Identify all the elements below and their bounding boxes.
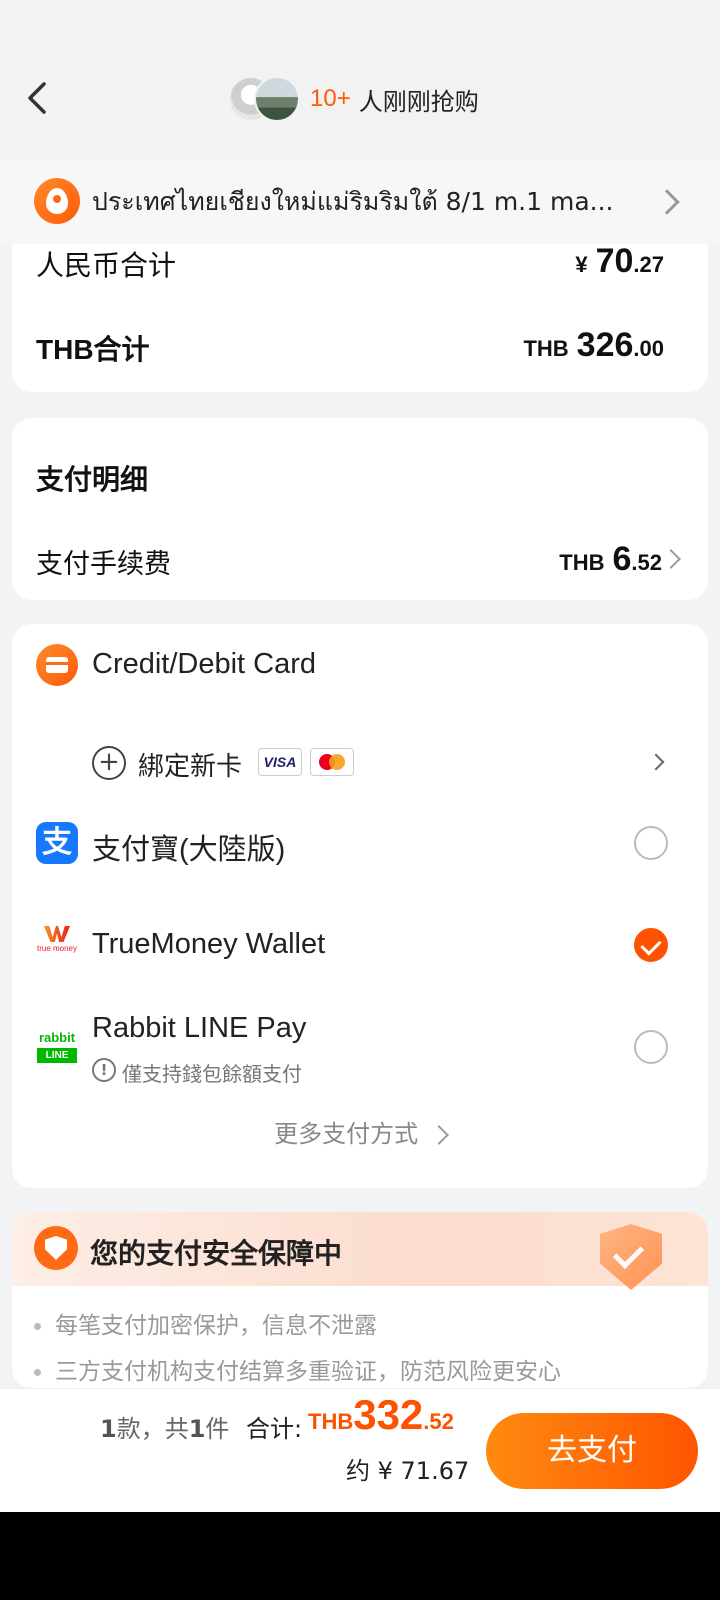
currency-code: THB: [559, 550, 605, 575]
mastercard-logo-icon: [310, 748, 354, 776]
plus-circle-icon: +: [92, 746, 126, 780]
payment-fee-label: 支付手续费: [36, 549, 171, 580]
rabbit-line-pay-radio[interactable]: [634, 1030, 668, 1064]
line-pay-logo-text: LINE Pay: [37, 1048, 77, 1076]
bind-new-card-label: 綁定新卡: [138, 752, 243, 782]
amount-integer: 326: [576, 326, 634, 364]
address-text: ประเทศไทยเชียงใหม่แม่ริมริมใต้ 8/1 m.1 m…: [92, 187, 614, 216]
rabbit-logo-text: rabbit: [38, 1030, 76, 1045]
chevron-right-icon: [647, 753, 665, 771]
avatar: [254, 76, 300, 122]
visa-logo-icon: VISA: [258, 748, 302, 776]
system-navigation-bar: [0, 1512, 720, 1600]
payment-fee-amount[interactable]: THB 6 .52: [559, 540, 662, 579]
security-bullet: 三方支付机构支付结算多重验证，防范风险更安心: [34, 1352, 561, 1386]
more-payment-methods-link[interactable]: 更多支付方式: [12, 1114, 708, 1149]
payment-detail-title: 支付明细: [36, 463, 149, 496]
order-total-card: 人民币合计 ¥ 70 .27 THB合计 THB 326 .00: [12, 242, 708, 392]
payment-methods-card: Credit/Debit Card + 綁定新卡 VISA 支 支付寶(大陸版)…: [12, 624, 708, 1188]
payment-detail-card: 支付明细 支付手续费 THB 6 .52: [12, 418, 708, 600]
payment-security-card: 您的支付安全保障中 每笔支付加密保护，信息不泄露 三方支付机构支付结算多重验证，…: [12, 1212, 708, 1388]
credit-card-label: Credit/Debit Card: [92, 648, 317, 680]
recent-buyer-text: 人刚刚抢购: [358, 87, 479, 116]
amount-integer: 70: [595, 242, 634, 280]
alipay-label: 支付寶(大陸版): [92, 834, 286, 866]
alipay-radio[interactable]: [634, 826, 668, 860]
rabbit-line-pay-logo-icon: rabbit LINE Pay: [36, 1026, 78, 1076]
more-payment-methods-label: 更多支付方式: [274, 1120, 419, 1148]
back-arrow-icon[interactable]: [22, 80, 52, 116]
item-count-unit: 件: [205, 1415, 230, 1443]
currency-code: THB: [523, 336, 569, 361]
shield-check-icon: [34, 1226, 78, 1270]
item-count: 1款，共1件: [100, 1409, 229, 1444]
chevron-right-icon: [428, 1125, 449, 1145]
thb-total-amount: THB 326 .00: [523, 326, 664, 365]
amount-integer: 332: [353, 1391, 424, 1438]
alipay-logo-icon: 支: [36, 822, 78, 864]
style-count: 1: [100, 1415, 117, 1443]
rabbit-line-pay-label: Rabbit LINE Pay: [92, 1012, 307, 1044]
shipping-address-row[interactable]: ประเทศไทยเชียงใหม่แม่ริมริมใต้ 8/1 m.1 m…: [0, 160, 720, 244]
amount-decimal: .00: [633, 336, 664, 361]
rabbit-line-pay-note: 僅支持錢包餘額支付: [122, 1062, 302, 1086]
amount-integer: 6: [612, 540, 632, 578]
security-bullet: 每笔支付加密保护，信息不泄露: [34, 1306, 377, 1340]
amount-decimal: .27: [633, 252, 664, 277]
header: 10+ 人刚刚抢购: [0, 0, 720, 160]
recent-buyer-count: 10+: [310, 85, 351, 112]
chevron-right-icon: [654, 189, 680, 215]
location-pin-icon: [34, 178, 80, 224]
rmb-total-amount: ¥ 70 .27: [575, 242, 664, 281]
piece-count: 1: [188, 1415, 206, 1443]
amount-decimal: .52: [423, 1409, 454, 1434]
chevron-right-icon[interactable]: [661, 549, 681, 569]
truemoney-logo-text: true money: [36, 944, 78, 953]
item-count-text: 款，共: [116, 1415, 189, 1443]
recent-buyers: 10+ 人刚刚抢购: [228, 74, 479, 124]
total-amount: THB 332 .52: [308, 1391, 454, 1439]
truemoney-logo-icon: true money: [36, 924, 78, 966]
checkout-bar: 1款，共1件 合计: THB 332 .52 约 ¥ 71.67 去支付: [0, 1388, 720, 1512]
total-label: 合计:: [246, 1415, 303, 1443]
security-title: 您的支付安全保障中: [90, 1237, 343, 1270]
info-icon: !: [92, 1058, 116, 1082]
rmb-total-label: 人民币合计: [36, 249, 177, 282]
approx-rmb-total: 约 ¥ 71.67: [346, 1457, 470, 1485]
truemoney-radio-selected[interactable]: [634, 928, 668, 962]
currency-symbol: ¥: [575, 252, 588, 277]
credit-card-icon: [36, 644, 78, 686]
thb-total-label: THB合计: [36, 334, 150, 365]
currency-code: THB: [308, 1409, 354, 1434]
pay-button[interactable]: 去支付: [486, 1413, 698, 1489]
amount-decimal: .52: [631, 550, 662, 575]
truemoney-label: TrueMoney Wallet: [92, 928, 326, 960]
